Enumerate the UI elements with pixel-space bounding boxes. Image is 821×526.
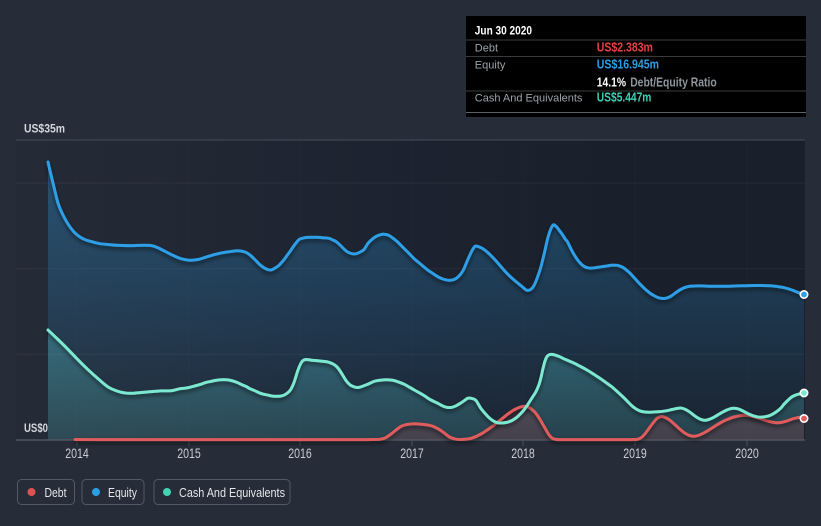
svg-text:Debt: Debt (475, 43, 498, 55)
svg-text:US$2.383m: US$2.383m (597, 41, 653, 55)
svg-text:Equity: Equity (108, 486, 138, 500)
svg-text:2015: 2015 (177, 446, 201, 461)
svg-text:14.1%: 14.1% (597, 76, 626, 90)
svg-text:2018: 2018 (511, 446, 535, 461)
svg-text:Debt: Debt (45, 486, 67, 500)
svg-text:US$5.447m: US$5.447m (597, 91, 652, 105)
svg-text:2020: 2020 (735, 446, 759, 461)
svg-text:Cash And Equivalents: Cash And Equivalents (475, 93, 583, 105)
svg-text:US$35m: US$35m (24, 122, 65, 136)
svg-text:2017: 2017 (400, 446, 424, 461)
svg-text:2014: 2014 (65, 446, 89, 461)
svg-text:US$16.945m: US$16.945m (597, 58, 659, 72)
svg-text:2019: 2019 (623, 446, 647, 461)
svg-text:2016: 2016 (288, 446, 312, 461)
svg-text:Cash And Equivalents: Cash And Equivalents (179, 486, 285, 500)
svg-text:Equity: Equity (475, 60, 506, 72)
svg-text:US$0: US$0 (24, 421, 48, 435)
svg-text:Debt/Equity Ratio: Debt/Equity Ratio (630, 76, 717, 90)
svg-text:Jun 30 2020: Jun 30 2020 (475, 24, 532, 38)
